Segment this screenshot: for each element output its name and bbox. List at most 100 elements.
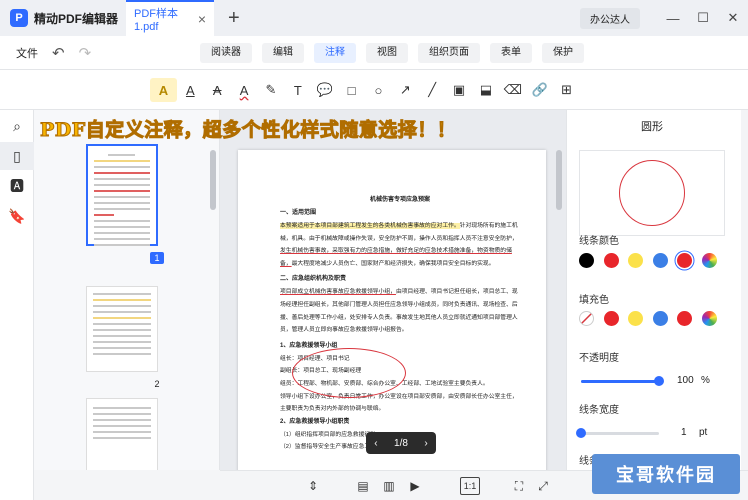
actual-size-icon[interactable]: 1:1 xyxy=(460,477,480,495)
thumbnail-panel: 1 2 xyxy=(34,110,220,470)
opacity-slider[interactable] xyxy=(581,376,664,386)
circle-icon[interactable]: ○ xyxy=(365,78,392,102)
page-thumbnail-1[interactable] xyxy=(86,144,158,246)
tab-organize-pages[interactable]: 组织页面 xyxy=(418,43,480,63)
stroke-color-swatch[interactable] xyxy=(628,253,643,268)
page-indicator: 1/8 xyxy=(394,437,408,449)
section-heading: 一、适用范围 xyxy=(280,210,317,216)
document-title: 机械伤害专项应急预案 xyxy=(369,197,430,203)
fill-color-label: 填充色 xyxy=(579,295,609,306)
stroke-color-swatch[interactable] xyxy=(603,253,619,268)
tab-form[interactable]: 表单 xyxy=(490,43,532,63)
fill-color-swatch[interactable] xyxy=(652,311,668,326)
stroke-color-swatch[interactable] xyxy=(579,253,594,268)
pdf-page: 机械伤害专项应急预案 一、适用范围 本预案适用于本项目部建筑工程发生的各类机械伤… xyxy=(238,150,546,470)
document-scrollbar[interactable] xyxy=(556,150,562,210)
squiggly-icon[interactable]: A xyxy=(231,78,258,102)
fill-color-swatches xyxy=(579,311,726,326)
tab-edit[interactable]: 编辑 xyxy=(262,43,304,63)
fill-color-swatch[interactable] xyxy=(701,311,717,326)
title-bar: P 精动PDF编辑器 PDF样本1.pdf × + 办公达人 — ☐ ✕ xyxy=(0,0,748,36)
highlight-annotation[interactable]: 本预案适用于本项目部建筑工程发生的各类机械伤害事故的应对工作。 xyxy=(280,223,460,229)
next-page-button[interactable]: › xyxy=(424,438,427,449)
page-thumbnail-3[interactable] xyxy=(86,398,158,470)
fill-color-swatch[interactable] xyxy=(628,311,643,326)
tab-protect[interactable]: 保护 xyxy=(542,43,584,63)
fill-color-swatch[interactable] xyxy=(603,311,619,326)
document-viewport: 机械伤害专项应急预案 一、适用范围 本预案适用于本项目部建筑工程发生的各类机械伤… xyxy=(220,110,566,470)
rectangle-icon[interactable]: □ xyxy=(338,78,365,102)
eraser-icon[interactable]: ⌫ xyxy=(499,78,526,102)
text-icon[interactable]: T xyxy=(284,78,311,102)
stroke-width-slider[interactable] xyxy=(576,428,659,438)
close-icon[interactable]: × xyxy=(198,11,206,27)
opacity-label: 不透明度 xyxy=(579,353,619,364)
annotations-list-icon[interactable]: 🅰 xyxy=(0,172,34,200)
circle-preview-icon xyxy=(619,160,685,226)
underline-annotation[interactable]: 项目部成立机械伤害事故应急救援领导小组， xyxy=(280,289,396,295)
stroke-width-slider-knob[interactable] xyxy=(576,428,586,438)
opacity-slider-fill xyxy=(581,380,659,383)
prev-page-button[interactable]: ‹ xyxy=(374,438,377,449)
window-close-icon[interactable]: ✕ xyxy=(718,10,748,26)
page-number-1: 1 xyxy=(150,252,164,264)
fullscreen-icon[interactable]: ⤢ xyxy=(534,477,552,495)
thumbnails-icon[interactable]: ▯ xyxy=(0,142,34,170)
fill-color-swatch[interactable] xyxy=(579,311,594,326)
stroke-color-swatch[interactable] xyxy=(652,253,668,268)
fit-page-icon[interactable]: ⛶ xyxy=(510,477,528,495)
attachment-icon[interactable]: ⊞ xyxy=(553,78,580,102)
tab-document-title: PDF样本1.pdf xyxy=(134,8,178,33)
page-thumbnail-2[interactable] xyxy=(86,286,158,372)
thumbnail-scrollbar[interactable] xyxy=(210,150,216,210)
watermark-logo: 宝哥软件园 xyxy=(592,454,740,494)
new-tab-button[interactable]: + xyxy=(228,7,240,30)
tab-annotate[interactable]: 注释 xyxy=(314,43,356,63)
fill-color-swatch[interactable] xyxy=(677,311,692,326)
minimize-icon[interactable]: — xyxy=(658,11,688,26)
fit-width-icon[interactable]: ⇕ xyxy=(304,477,322,495)
stroke-color-swatch[interactable] xyxy=(677,253,692,268)
bookmark-icon[interactable]: 🔖 xyxy=(0,202,34,230)
pencil-icon[interactable]: ✎ xyxy=(258,78,285,102)
link-icon[interactable]: 🔗 xyxy=(526,78,553,102)
stroke-color-swatches xyxy=(579,253,726,268)
user-account-button[interactable]: 办公达人 xyxy=(580,7,640,29)
stroke-width-unit-select[interactable]: pt xyxy=(699,427,707,438)
file-menu[interactable]: 文件 xyxy=(16,45,38,61)
page-navigator: ‹ 1/8 › xyxy=(366,432,436,454)
undo-icon[interactable]: ↶ xyxy=(52,44,65,62)
two-page-icon[interactable]: ▥ xyxy=(380,477,398,495)
stamp-icon[interactable]: ⬓ xyxy=(473,78,500,102)
app-logo-icon: P xyxy=(10,9,28,27)
opacity-unit-select[interactable]: % xyxy=(701,375,710,386)
opacity-slider-knob[interactable] xyxy=(654,376,664,386)
opacity-input[interactable]: 100 xyxy=(677,375,694,386)
highlight-icon[interactable]: A xyxy=(150,78,177,102)
comment-icon[interactable]: 💬 xyxy=(311,78,338,102)
annotation-toolbar: A A A A ✎ T 💬 □ ○ ↗ ╱ ▣ ⬓ ⌫ 🔗 ⊞ xyxy=(0,70,748,110)
subsection-heading: 2、应急救援领导小组职责 xyxy=(280,418,350,425)
search-icon[interactable]: ⌕ xyxy=(0,112,34,140)
tab-reader[interactable]: 阅读器 xyxy=(200,43,252,63)
line-icon[interactable]: ╱ xyxy=(419,78,446,102)
redo-icon[interactable]: ↷ xyxy=(79,44,92,62)
circle-annotation[interactable] xyxy=(292,348,406,398)
shape-preview xyxy=(579,150,725,236)
arrow-icon[interactable]: ↗ xyxy=(392,78,419,102)
underline-icon[interactable]: A xyxy=(177,78,204,102)
single-page-icon[interactable]: ▤ xyxy=(354,477,372,495)
stroke-color-label: 线条颜色 xyxy=(579,236,619,247)
stroke-color-swatch[interactable] xyxy=(701,253,717,268)
image-icon[interactable]: ▣ xyxy=(446,78,473,102)
strikethrough-icon[interactable]: A xyxy=(204,78,231,102)
menu-bar: 文件 ↶ ↷ 阅读器 编辑 注释 视图 组织页面 表单 保护 xyxy=(0,36,748,70)
promo-banner: PDF自定义注释，超多个性化样式随意选择！！ xyxy=(40,119,457,142)
stroke-width-input[interactable]: 1 xyxy=(681,427,687,438)
tab-document[interactable]: PDF样本1.pdf × xyxy=(126,0,214,36)
maximize-icon[interactable]: ☐ xyxy=(688,10,718,26)
play-icon[interactable]: ▶ xyxy=(406,477,424,495)
tab-view[interactable]: 视图 xyxy=(366,43,408,63)
left-rail: ⌕ ▯ 🅰 🔖 xyxy=(0,110,34,500)
panel-scrollbar[interactable] xyxy=(741,110,748,470)
